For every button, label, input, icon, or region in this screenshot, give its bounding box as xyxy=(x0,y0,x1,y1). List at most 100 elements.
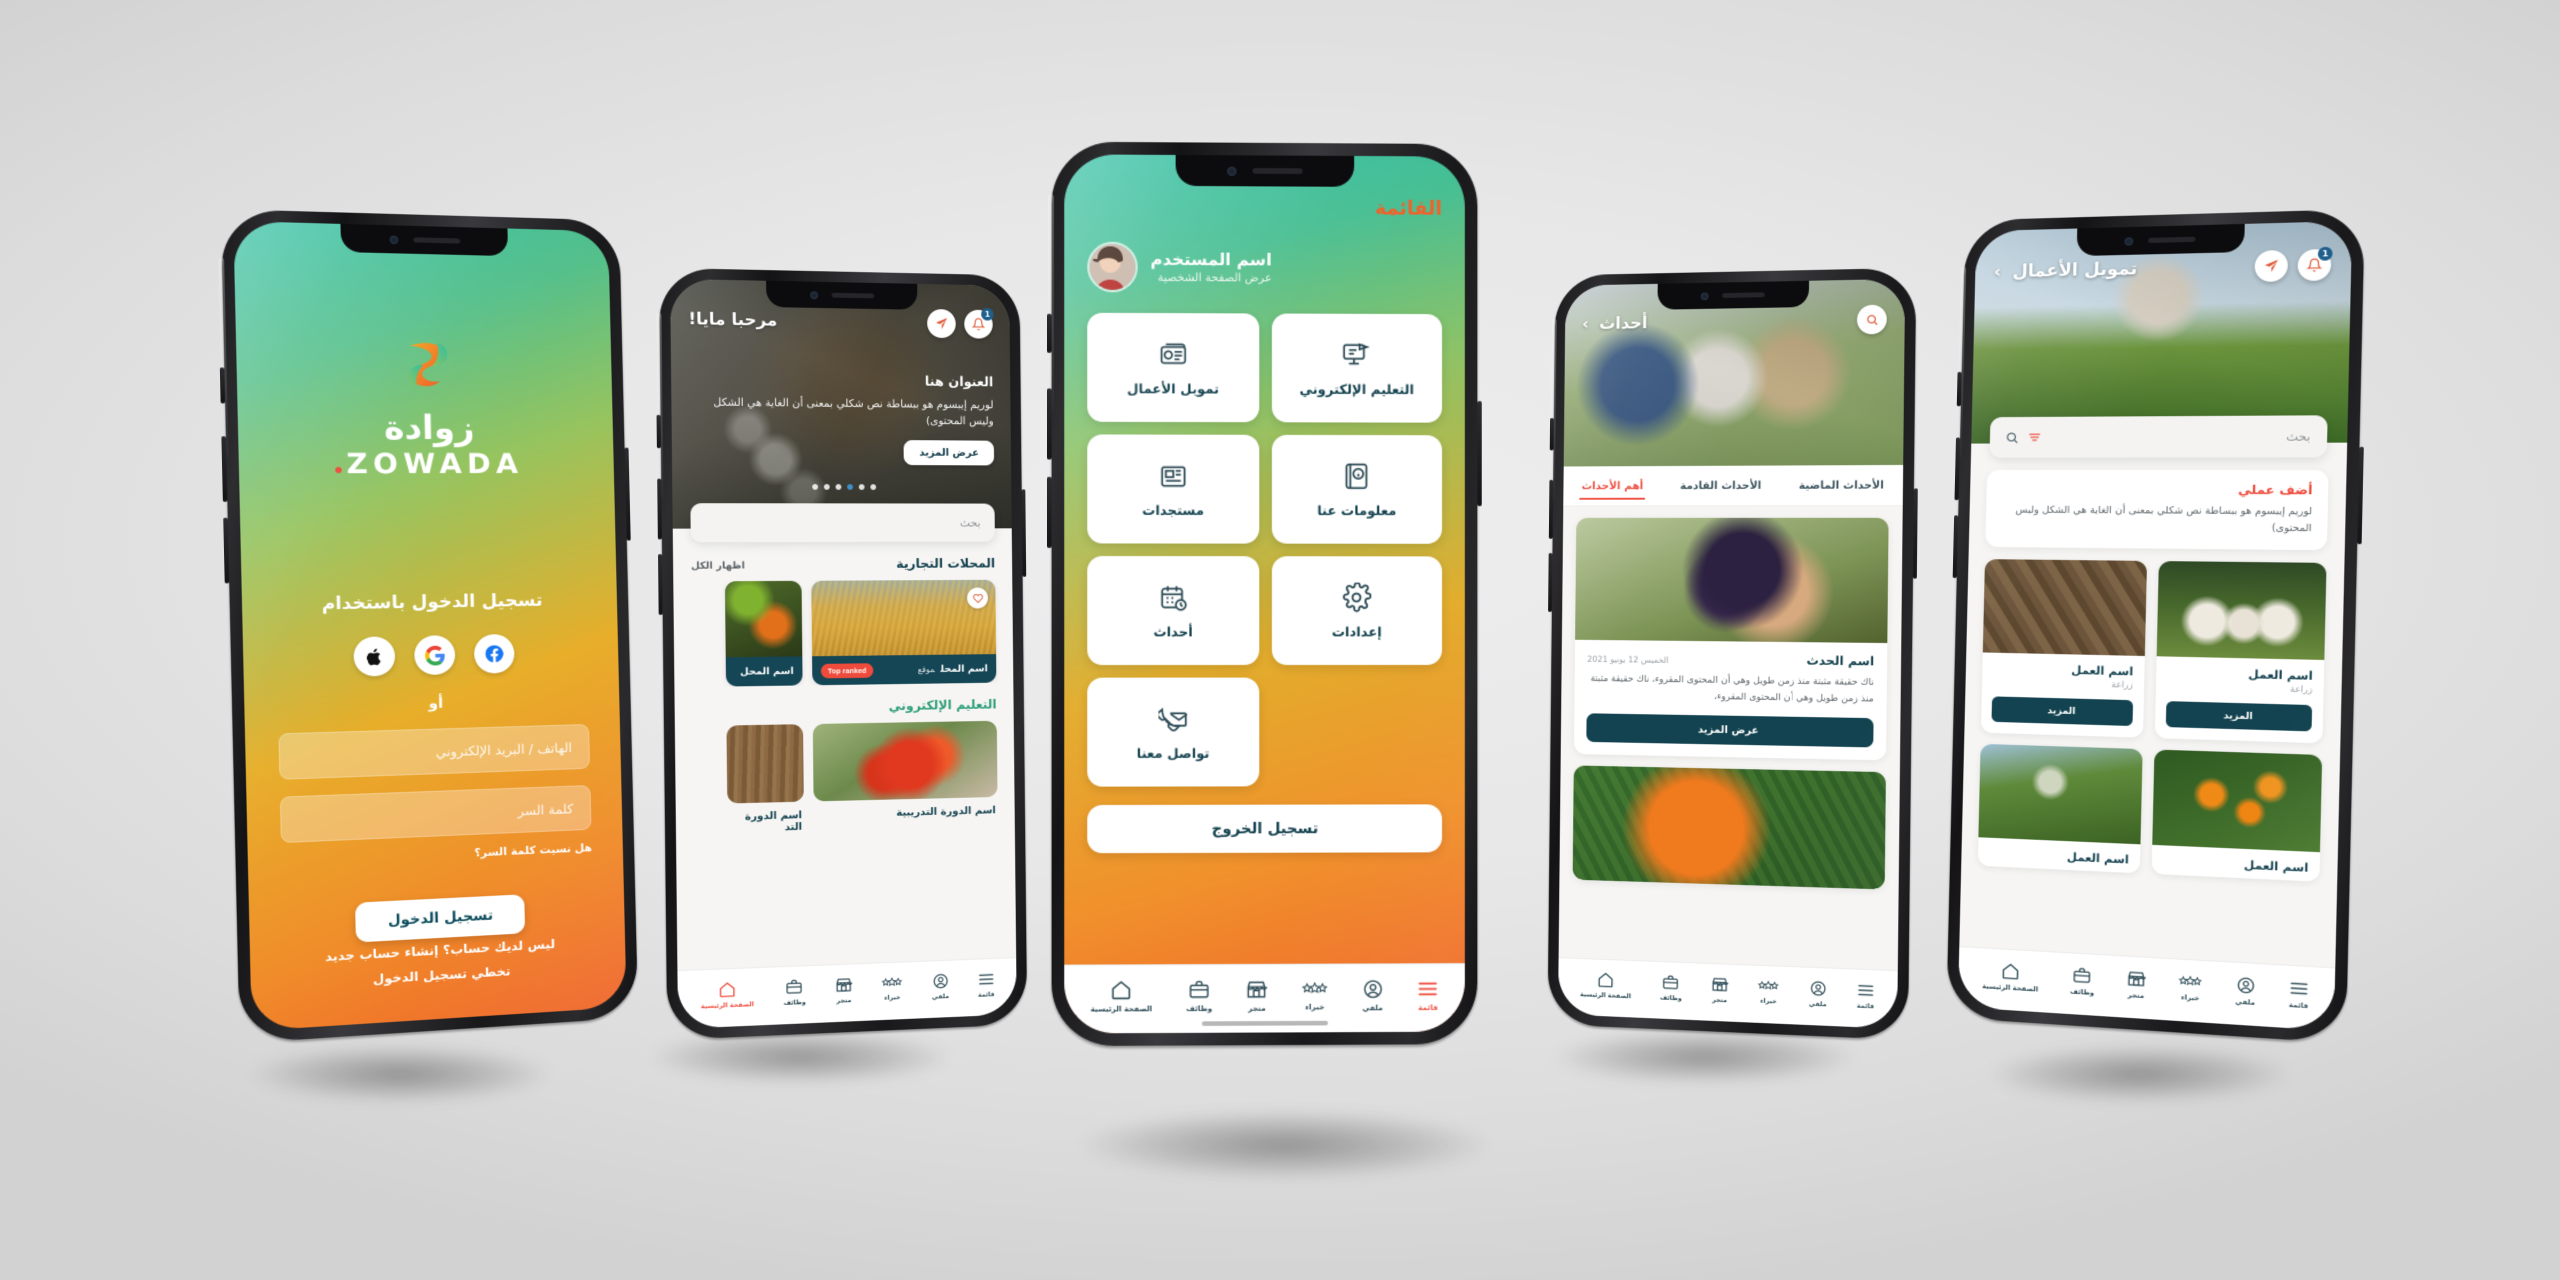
shop-card[interactable]: اسم المحل موقع Top ranked xyxy=(811,579,997,686)
messages-button[interactable] xyxy=(2254,249,2289,283)
menu-tile-finance[interactable]: تمويل الأعمال xyxy=(1087,312,1259,423)
messages-button[interactable] xyxy=(927,308,956,339)
tab-menu[interactable]: قائمة xyxy=(1856,981,1874,1010)
finance-search-input[interactable]: بحث xyxy=(1989,415,2328,458)
shops-show-all-link[interactable]: اظهار الكل xyxy=(691,561,745,572)
tab-home[interactable]: الصفحة الرئيسية xyxy=(1580,970,1631,1000)
tab-store[interactable]: متجر xyxy=(1711,976,1729,1005)
bottom-tabbar[interactable]: قائمة ملفي خبراء متجر وظائف الصفحة الرئي… xyxy=(677,957,1017,1029)
favorite-icon[interactable] xyxy=(967,587,989,609)
tab-store[interactable]: متجر xyxy=(1246,978,1268,1013)
menu-tile-settings[interactable]: إعدادات xyxy=(1271,556,1443,665)
back-chevron-icon[interactable]: › xyxy=(1582,315,1589,334)
view-profile-link[interactable]: عرض الصفحة الشخصية xyxy=(1150,271,1272,284)
business-name: اسم العمل xyxy=(2071,663,2134,679)
phone-finance: 1 تمويل الأعمال › بحث أضف عملي لوريم إيب… xyxy=(1946,208,2365,1044)
tab-upcoming-events[interactable]: الأحداث القادمة xyxy=(1678,471,1763,499)
tab-menu[interactable]: قائمة xyxy=(2288,978,2309,1010)
course-card[interactable]: اسم الدورة التد xyxy=(726,724,804,835)
device-frame-1: زوادة ZOWADA تسجيل الدخول باستخدام أو ال… xyxy=(219,208,639,1044)
event-card[interactable]: اسم الحدث الخميس 12 يونيو 2021 ناك حقيقة… xyxy=(1573,517,1889,761)
tab-past-events[interactable]: الأحداث الماضية xyxy=(1797,471,1886,500)
menu-user-row[interactable]: اسم المستخدم عرض الصفحة الشخصية xyxy=(1064,219,1465,294)
tab-label: الصفحة الرئيسية xyxy=(700,1000,754,1011)
facebook-login-button[interactable] xyxy=(473,633,515,674)
tab-top-events[interactable]: أهم الأحداث xyxy=(1580,472,1646,500)
phone-email-placeholder: الهاتف / البريد الإلكتروني xyxy=(435,739,573,760)
add-business-card[interactable]: أضف عملي لوريم إيبسوم هو ببساطة نص شكلي … xyxy=(1985,469,2329,551)
mockup-stage: زوادة ZOWADA تسجيل الدخول باستخدام أو ال… xyxy=(0,0,2560,1280)
tab-profile[interactable]: ملفي xyxy=(1362,978,1384,1012)
filter-icon[interactable] xyxy=(2027,430,2042,444)
business-cta-button[interactable]: المزيد xyxy=(1991,696,2133,727)
tab-profile[interactable]: ملفي xyxy=(1809,979,1827,1008)
tab-label: ملفي xyxy=(1808,999,1827,1009)
search-icon[interactable] xyxy=(2005,431,2019,444)
hero-cta-button[interactable]: عرض المزيد xyxy=(903,440,995,466)
forgot-password-link[interactable]: هل نسيت كلمة السر؟ xyxy=(474,842,592,860)
shops-carousel[interactable]: اسم المحل موقع Top ranked اسم المحل xyxy=(673,579,1013,688)
event-cta-button[interactable]: عرض المزيد xyxy=(1586,713,1874,748)
menu-tile-label: إعدادات xyxy=(1331,623,1382,640)
top-ranked-badge: Top ranked xyxy=(820,662,874,678)
password-input[interactable]: كلمة السر xyxy=(279,784,592,844)
menu-tile-about[interactable]: معلومات عنا xyxy=(1271,434,1443,544)
business-cta-button[interactable]: المزيد xyxy=(2165,701,2313,732)
skip-login-link[interactable]: تخطي تسجيل الدخول xyxy=(325,956,555,994)
tab-jobs[interactable]: وظائف xyxy=(2070,966,2095,997)
notifications-button[interactable]: 1 xyxy=(2297,246,2333,282)
business-card[interactable]: اسم العمل xyxy=(1977,744,2143,874)
shops-section-title: المحلات التجارية xyxy=(896,556,996,572)
tab-home[interactable]: الصفحة الرئيسية xyxy=(701,980,754,1010)
logout-button[interactable]: تسجيل الخروج xyxy=(1087,804,1443,854)
events-tabs[interactable]: الأحداث الماضية الأحداث القادمة أهم الأح… xyxy=(1563,464,1904,507)
events-header: أحداث › xyxy=(1565,304,1905,339)
tab-home[interactable]: الصفحة الرئيسية xyxy=(1982,961,2039,994)
tab-menu[interactable]: قائمة xyxy=(978,970,995,999)
phone-menu: القائمة اسم المستخدم عرض الصفحة الشخصية xyxy=(1046,141,1482,1047)
tab-home[interactable]: الصفحة الرئيسية xyxy=(1091,979,1152,1013)
tab-jobs[interactable]: وظائف xyxy=(1660,974,1682,1002)
tab-store[interactable]: متجر xyxy=(835,976,853,1005)
bottom-tabbar[interactable]: قائمة ملفي خبراء متجر وظائف الصفحة الرئي… xyxy=(1957,946,2336,1031)
menu-tile-events[interactable]: أحداث xyxy=(1087,556,1259,666)
business-card[interactable]: اسم العمل زراعة المزيد xyxy=(1980,559,2147,739)
notifications-button[interactable]: 1 xyxy=(964,308,994,339)
carousel-dots[interactable] xyxy=(672,483,1011,491)
tab-jobs[interactable]: وظائف xyxy=(1186,978,1212,1013)
bottom-tabbar[interactable]: قائمة ملفي خبراء متجر وظائف الصفحة الرئي… xyxy=(1064,963,1465,1034)
tab-jobs[interactable]: وظائف xyxy=(783,978,806,1007)
course-card[interactable]: اسم الدورة التدريبية xyxy=(812,720,998,833)
menu-tiles-grid[interactable]: التعليم الإلكتروني تمويل الأعمال معلومات… xyxy=(1064,292,1465,787)
tab-experts[interactable]: خبراء xyxy=(1758,978,1780,1005)
google-login-button[interactable] xyxy=(413,635,456,676)
tab-menu[interactable]: قائمة xyxy=(1417,977,1439,1012)
menu-tile-contact[interactable]: تواصل معنا xyxy=(1087,677,1259,787)
phone-email-input[interactable]: الهاتف / البريد الإلكتروني xyxy=(278,723,591,780)
courses-carousel[interactable]: اسم الدورة التدريبية اسم الدورة التد xyxy=(675,720,1015,836)
tab-experts[interactable]: خبراء xyxy=(1302,979,1328,1011)
tab-experts[interactable]: خبراء xyxy=(882,975,903,1002)
back-chevron-icon[interactable]: › xyxy=(1994,262,2002,282)
notch xyxy=(2076,223,2245,257)
add-business-body: لوريم إيبسوم هو ببساطة نص شكلي بمعنى أن … xyxy=(2015,504,2313,535)
event-card[interactable] xyxy=(1572,765,1886,890)
avatar[interactable] xyxy=(1087,241,1138,293)
tab-store[interactable]: متجر xyxy=(2126,969,2146,1000)
apple-login-button[interactable] xyxy=(353,636,396,677)
menu-tile-elearning[interactable]: التعليم الإلكتروني xyxy=(1271,313,1443,423)
business-name: اسم العمل xyxy=(2243,858,2309,876)
business-category: زراعة xyxy=(2289,684,2313,696)
bottom-tabbar[interactable]: قائمة ملفي خبراء متجر وظائف الصفحة الرئي… xyxy=(1558,957,1898,1029)
tab-profile[interactable]: ملفي xyxy=(932,972,949,1001)
business-card[interactable]: اسم العمل xyxy=(2151,749,2323,883)
home-search-input[interactable]: بحث xyxy=(690,503,995,543)
menu-tile-news[interactable]: مستجدات xyxy=(1087,434,1259,544)
tab-profile[interactable]: ملفي xyxy=(2235,975,2255,1007)
search-button[interactable] xyxy=(1856,304,1887,335)
phone4-shadow xyxy=(1555,1030,1855,1084)
shop-card[interactable]: اسم المحل xyxy=(724,580,803,687)
business-card[interactable]: اسم العمل زراعة المزيد xyxy=(2154,561,2327,744)
home-greeting: مرحبا مايا! xyxy=(688,309,778,331)
tab-experts[interactable]: خبراء xyxy=(2178,973,2203,1003)
